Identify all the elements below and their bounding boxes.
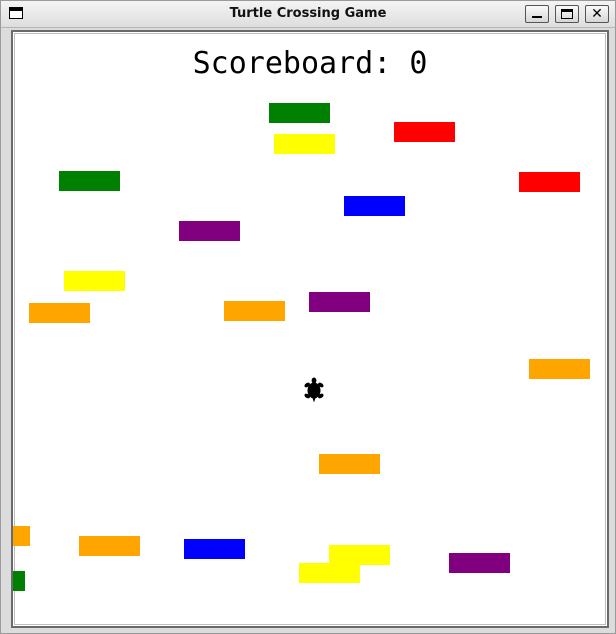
minimize-icon <box>532 16 542 18</box>
minimize-button[interactable] <box>525 5 549 23</box>
car-orange <box>319 454 380 474</box>
car-orange <box>29 303 90 323</box>
car-blue <box>344 196 405 216</box>
car-green <box>13 571 25 591</box>
car-purple <box>449 553 510 573</box>
car-orange <box>79 536 140 556</box>
scoreboard: Scoreboard: 0 <box>192 46 428 81</box>
game-canvas[interactable]: Scoreboard: 0 <box>13 33 606 625</box>
car-yellow <box>274 134 335 154</box>
close-button[interactable]: ✕ <box>585 5 609 23</box>
car-orange <box>529 359 590 379</box>
turtle-icon[interactable] <box>304 377 324 403</box>
car-blue <box>184 539 245 559</box>
car-orange <box>224 301 285 321</box>
game-window: Turtle Crossing Game ✕ Scoreboard: 0 <box>0 0 616 634</box>
game-canvas-frame: Scoreboard: 0 <box>11 30 609 628</box>
car-purple <box>179 221 240 241</box>
car-green <box>269 103 330 123</box>
car-yellow <box>64 271 125 291</box>
car-yellow <box>329 545 390 565</box>
car-green <box>59 171 120 191</box>
car-orange <box>13 526 30 546</box>
car-red <box>519 172 580 192</box>
title-bar[interactable]: Turtle Crossing Game ✕ <box>1 1 615 28</box>
maximize-icon <box>561 9 573 19</box>
window-title: Turtle Crossing Game <box>229 6 387 21</box>
close-icon: ✕ <box>591 6 603 22</box>
maximize-button[interactable] <box>555 5 579 23</box>
car-yellow <box>299 563 360 583</box>
car-purple <box>309 292 370 312</box>
car-red <box>394 122 455 142</box>
